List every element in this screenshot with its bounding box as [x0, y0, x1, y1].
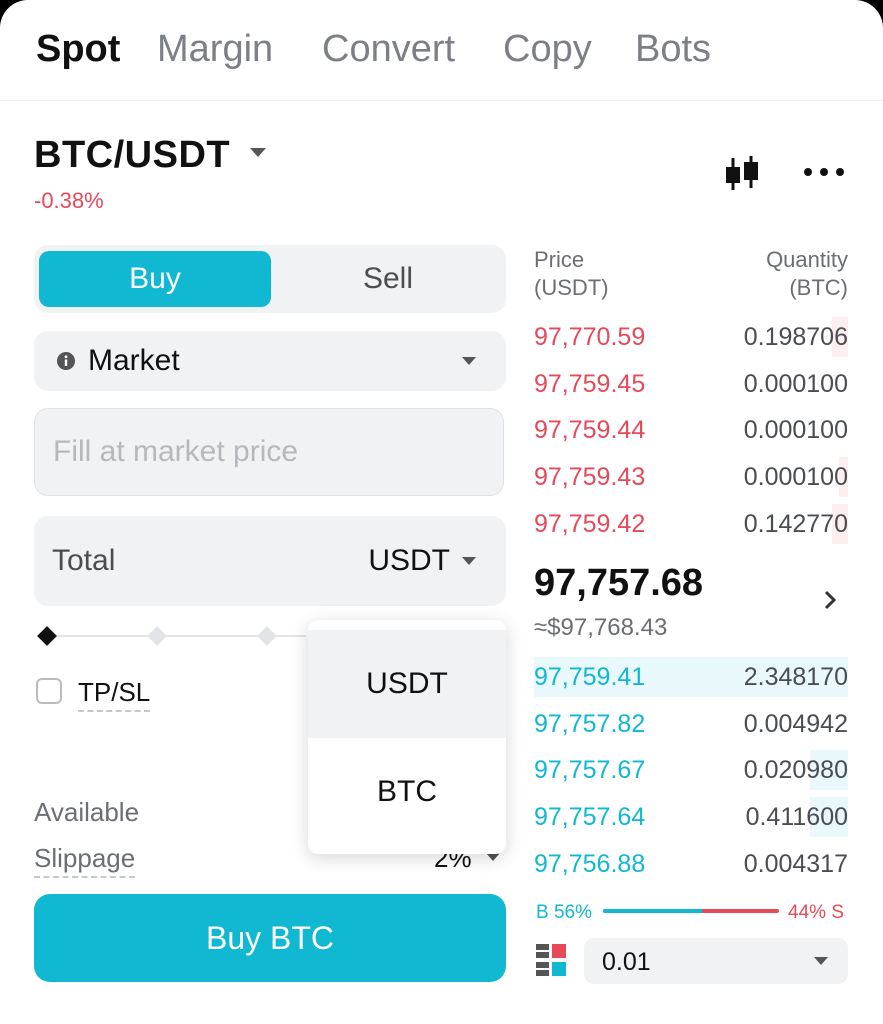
buy-tab-button[interactable]: Buy [39, 251, 271, 307]
caret-down-icon[interactable] [250, 148, 266, 157]
price-column-header: Price (USDT) [534, 246, 609, 302]
bid-row[interactable]: 97,759.41 2.348170 [534, 655, 848, 699]
side-toggle: Buy Sell [34, 245, 506, 313]
tab-spot[interactable]: Spot [36, 28, 120, 71]
order-quantity: 0.198706 [743, 323, 848, 351]
order-price: 97,757.82 [534, 709, 646, 738]
info-icon[interactable] [56, 351, 76, 371]
order-price: 97,757.67 [534, 756, 646, 785]
candlestick-chart-icon[interactable] [722, 154, 762, 194]
order-price: 97,759.45 [534, 369, 646, 398]
last-price-usd: ≈$97,768.43 [534, 614, 668, 641]
price-header-unit: (USDT) [534, 275, 609, 300]
tpsl-label[interactable]: TP/SL [78, 677, 151, 712]
order-quantity: 0.142770 [743, 509, 848, 538]
order-price: 97,759.42 [534, 509, 646, 538]
tab-bots[interactable]: Bots [635, 28, 711, 71]
bid-row[interactable]: 97,757.67 0.020980 [534, 748, 848, 792]
ask-row[interactable]: 97,770.59 0.198706 [534, 315, 848, 359]
buy-sell-ratio-bar [603, 909, 779, 913]
price-header-label: Price [534, 247, 585, 272]
total-label: Total [52, 544, 116, 577]
unit-dropdown: USDT BTC [308, 620, 506, 854]
order-quantity: 2.348170 [743, 663, 848, 691]
price-change: -0.38% [34, 188, 104, 213]
total-field[interactable]: Total USDT [34, 516, 506, 606]
ask-row[interactable]: 97,759.42 0.142770 [534, 502, 848, 546]
chevron-right-icon[interactable] [820, 589, 840, 611]
order-quantity: 0.020980 [743, 756, 848, 785]
precision-value: 0.01 [602, 948, 651, 976]
order-quantity: 0.000100 [743, 369, 848, 398]
order-type-label: Market [88, 344, 180, 377]
slippage-label[interactable]: Slippage [34, 843, 136, 878]
slider-stop[interactable] [147, 626, 167, 646]
bid-row[interactable]: 97,757.82 0.004942 [534, 702, 848, 746]
sell-tab-button[interactable]: Sell [272, 251, 504, 307]
order-type-select[interactable]: Market [34, 331, 506, 391]
order-quantity: 0.000100 [743, 416, 848, 445]
tpsl-checkbox[interactable] [36, 678, 62, 704]
order-price: 97,759.43 [534, 463, 646, 492]
buy-btc-button[interactable]: Buy BTC [34, 894, 506, 982]
pair-selector[interactable]: BTC/USDT [34, 134, 230, 177]
trade-screen: Spot Margin Convert Copy Bots BTC/USDT -… [0, 0, 883, 1024]
dropdown-option-usdt[interactable]: USDT [308, 630, 506, 738]
buy-ratio-label: B 56% [536, 902, 592, 923]
dropdown-option-btc[interactable]: BTC [308, 738, 506, 846]
price-input[interactable] [34, 408, 504, 496]
precision-select[interactable]: 0.01 [584, 938, 848, 984]
order-quantity: 0.411600 [745, 803, 848, 832]
caret-down-icon[interactable] [462, 557, 476, 565]
order-quantity: 0.000100 [743, 463, 848, 492]
slider-stop[interactable] [37, 626, 57, 646]
ask-row[interactable]: 97,759.44 0.000100 [534, 408, 848, 452]
slider-stop[interactable] [257, 626, 277, 646]
trade-tabs: Spot Margin Convert Copy Bots [0, 0, 883, 101]
caret-down-icon [814, 957, 828, 965]
caret-down-icon [462, 357, 476, 365]
quantity-header-label: Quantity [766, 247, 848, 272]
last-price: 97,757.68 [534, 562, 704, 604]
sell-ratio-label: 44% S [788, 902, 844, 923]
more-options-icon[interactable] [800, 160, 848, 184]
order-quantity: 0.004317 [743, 849, 848, 878]
bid-row[interactable]: 97,756.88 0.004317 [534, 842, 848, 886]
buy-ratio-fill [603, 909, 702, 913]
tab-convert[interactable]: Convert [322, 28, 455, 71]
caret-down-icon[interactable] [486, 853, 500, 861]
bid-row[interactable]: 97,757.64 0.411600 [534, 795, 848, 839]
tab-margin[interactable]: Margin [157, 28, 273, 71]
orderbook-layout-icon[interactable] [536, 944, 568, 976]
ask-row[interactable]: 97,759.43 0.000100 [534, 455, 848, 499]
quantity-header-unit: (BTC) [789, 275, 848, 300]
order-price: 97,757.64 [534, 803, 646, 832]
order-price: 97,756.88 [534, 849, 646, 878]
order-quantity: 0.004942 [743, 709, 848, 738]
total-unit-select[interactable]: USDT [368, 544, 450, 578]
quantity-column-header: Quantity (BTC) [766, 246, 848, 302]
ask-row[interactable]: 97,759.45 0.000100 [534, 362, 848, 406]
available-label: Available [34, 797, 140, 827]
order-price: 97,759.41 [534, 663, 646, 691]
tab-copy[interactable]: Copy [503, 28, 592, 71]
order-price: 97,770.59 [534, 323, 646, 351]
order-price: 97,759.44 [534, 416, 646, 445]
amount-slider[interactable] [37, 626, 497, 646]
